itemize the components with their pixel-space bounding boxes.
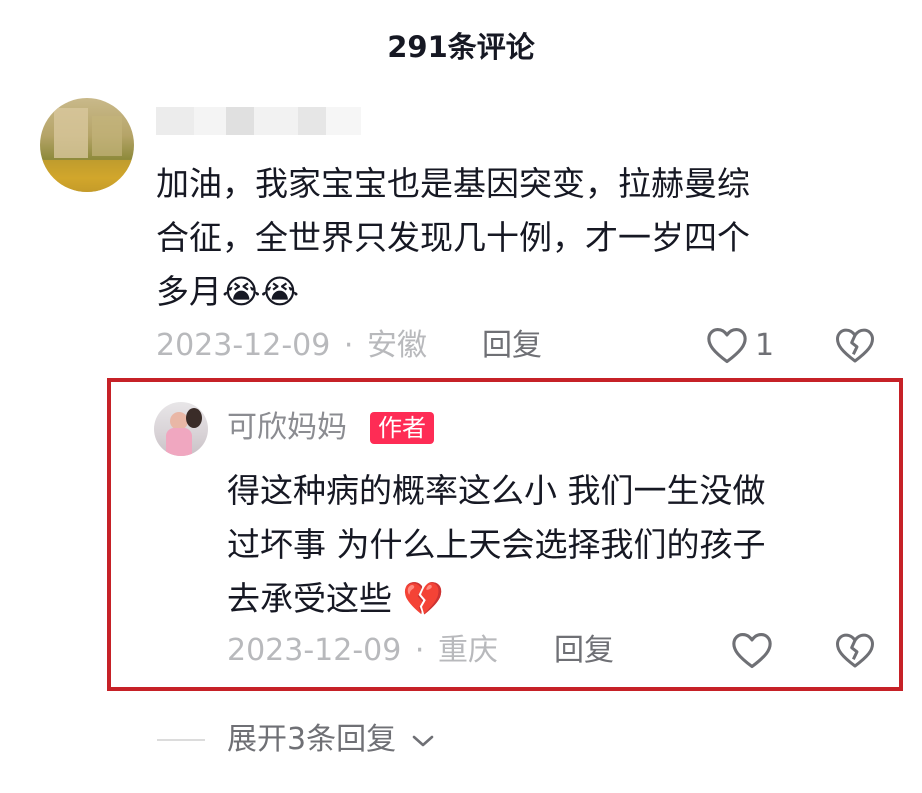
reply-line: 去承受这些 💔 [227, 579, 444, 618]
comment-line: 加油，我家宝宝也是基因突变，拉赫曼综 [156, 164, 750, 203]
crying-emoji: 😭😭 [222, 272, 300, 311]
reply-text: 得这种病的概率这么小 我们一生没做 过坏事 为什么上天会选择我们的孩子 去承受这… [227, 464, 887, 626]
like-count: 1 [755, 328, 775, 363]
blurred-username[interactable] [156, 107, 361, 135]
reply-button[interactable]: 回复 [482, 326, 542, 366]
broken-heart-emoji: 💔 [402, 579, 444, 618]
reply-location: 重庆 [438, 633, 498, 668]
comment-line: 合征，全世界只发现几十例，才一岁四个 [156, 218, 750, 257]
broken-heart-icon[interactable] [835, 327, 875, 365]
expand-replies-button[interactable]: 展开3条回复 [227, 720, 436, 760]
comment-text: 加油，我家宝宝也是基因突变，拉赫曼综 合征，全世界只发现几十例，才一岁四个 多月… [156, 157, 856, 319]
meta-separator: · [343, 328, 354, 363]
reply-username[interactable]: 可欣妈妈 [227, 408, 347, 448]
heart-outline-icon[interactable] [706, 327, 748, 365]
commenter-avatar[interactable] [40, 98, 134, 192]
reply-meta: 2023-12-09 · 重庆 [227, 631, 498, 671]
author-badge: 作者 [370, 412, 434, 444]
reply-reply-button[interactable]: 回复 [554, 631, 614, 671]
broken-heart-icon[interactable] [835, 632, 875, 670]
heart-outline-icon[interactable] [731, 632, 773, 670]
meta-separator: · [414, 633, 425, 668]
comment-date: 2023-12-09 [156, 328, 331, 363]
reply-line: 过坏事 为什么上天会选择我们的孩子 [227, 525, 766, 564]
comments-count-title: 291条评论 [387, 30, 535, 64]
expand-replies-label: 展开3条回复 [227, 722, 397, 757]
chevron-down-icon [412, 735, 433, 746]
expand-divider [157, 739, 205, 741]
reply-line: 得这种病的概率这么小 我们一生没做 [227, 471, 766, 510]
comment-location: 安徽 [367, 328, 427, 363]
comment-line: 多月😭😭 [156, 272, 300, 311]
reply-date: 2023-12-09 [227, 633, 402, 668]
reply-author-avatar[interactable] [154, 402, 208, 456]
comment-meta: 2023-12-09 · 安徽 [156, 326, 427, 366]
